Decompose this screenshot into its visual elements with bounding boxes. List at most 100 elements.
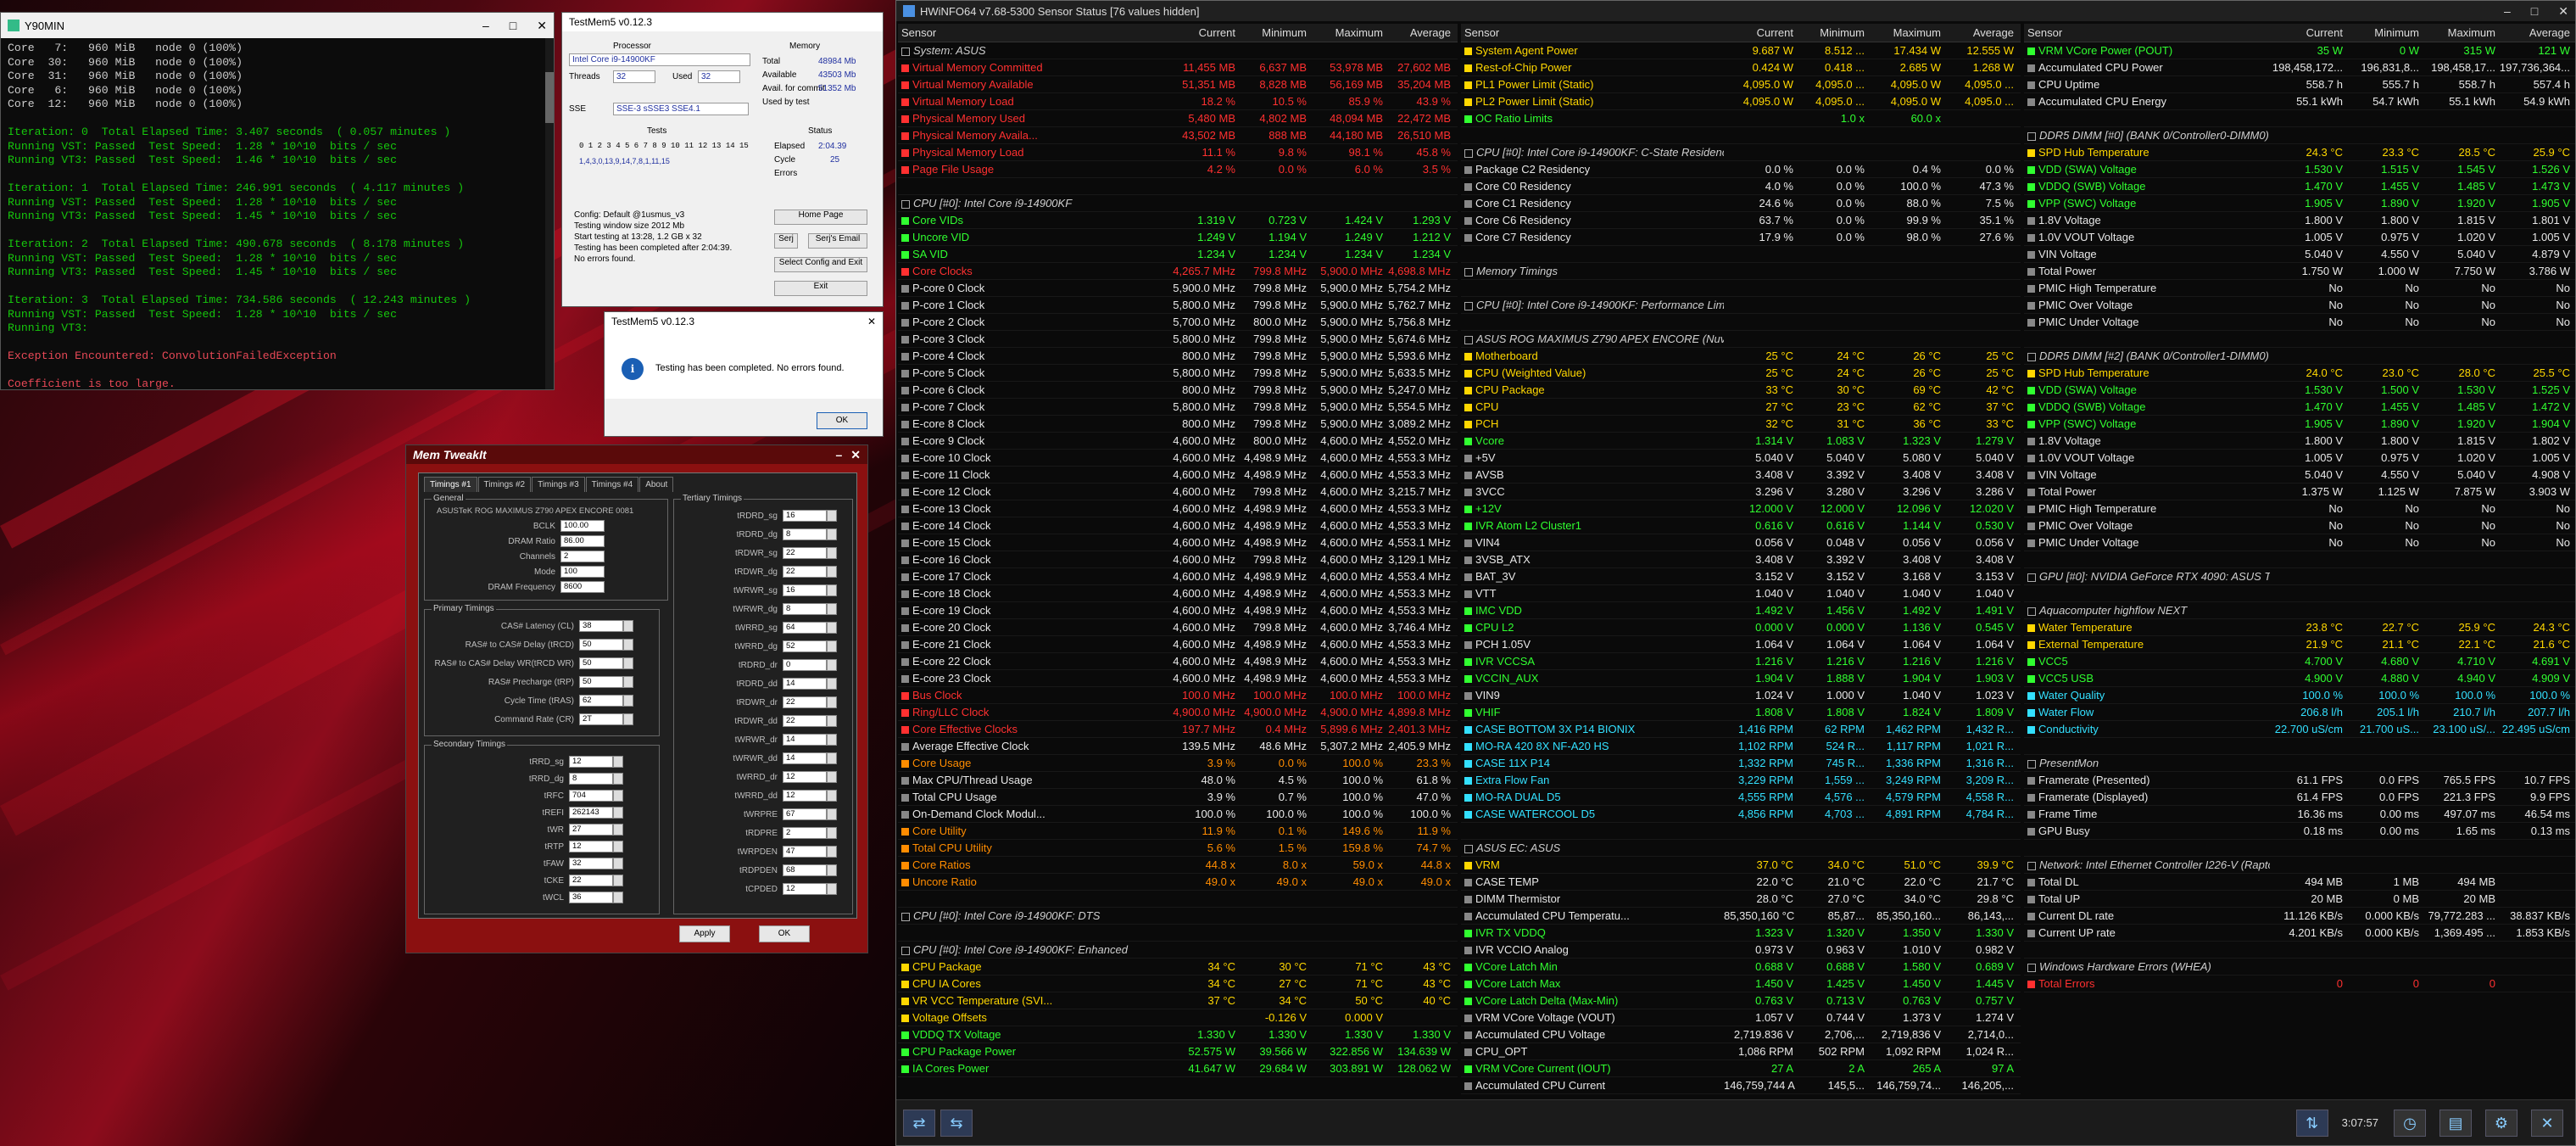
tertiary-input[interactable]: 64 bbox=[783, 622, 827, 634]
sensor-group-header[interactable]: GPU [#0]: NVIDIA GeForce RTX 4090: ASUS … bbox=[2024, 568, 2575, 585]
column-header[interactable]: Maximum bbox=[1310, 26, 1386, 39]
sensor-row[interactable]: Water Flow 206.8 l/h 205.1 l/h 210.7 l/h 207… bbox=[2024, 704, 2575, 721]
tertiary-input[interactable]: 14 bbox=[783, 678, 827, 690]
sensor-row[interactable]: Voltage Offsets -0.126 V 0.000 V bbox=[898, 1009, 1458, 1026]
sensor-row[interactable]: 3VSB_ATX 3.408 V 3.392 V 3.408 V 3.408 V bbox=[1461, 551, 2021, 568]
expand-toggle-icon[interactable] bbox=[1464, 335, 1473, 344]
testmem-titlebar[interactable]: TestMem5 v0.12.3 bbox=[562, 13, 883, 31]
network-icon[interactable]: ⇅ bbox=[2295, 1109, 2328, 1137]
sensor-row[interactable]: Motherboard 25 °C 24 °C 26 °C 25 °C bbox=[1461, 348, 2021, 365]
tertiary-input[interactable]: 14 bbox=[783, 734, 827, 746]
tertiary-input[interactable]: 12 bbox=[783, 771, 827, 783]
column-header[interactable]: Current bbox=[2270, 26, 2346, 39]
sensor-row[interactable]: CPU Uptime 558.7 h 555.7 h 558.7 h 557.4 h bbox=[2024, 76, 2575, 93]
expand-toggle-icon[interactable] bbox=[901, 912, 910, 921]
sensor-row[interactable]: Rest-of-Chip Power 0.424 W 0.418 ... 2.685 … bbox=[1461, 59, 2021, 76]
dropdown-arrow-icon[interactable] bbox=[613, 841, 623, 853]
dropdown-arrow-icon[interactable] bbox=[613, 807, 623, 819]
sensor-row[interactable]: VRM 37.0 °C 34.0 °C 51.0 °C 39.9 °C bbox=[1461, 857, 2021, 874]
dropdown-arrow-icon[interactable] bbox=[827, 547, 837, 559]
sensor-row[interactable]: Uncore VID 1.249 V 1.194 V 1.249 V 1.212 V bbox=[898, 229, 1458, 246]
sensor-row[interactable]: CASE TEMP 22.0 °C 21.0 °C 22.0 °C 21.7 °C bbox=[1461, 874, 2021, 891]
memtweakit-titlebar[interactable]: Mem TweakIt – ✕ bbox=[406, 445, 867, 464]
console-titlebar[interactable]: Y90MIN – □ ✕ bbox=[1, 13, 554, 38]
general-input[interactable]: 100 bbox=[560, 566, 605, 578]
sensor-row[interactable]: Core Utility 11.9 % 0.1 % 149.6 % 11.9 % bbox=[898, 823, 1458, 840]
sensor-row[interactable]: PMIC High Temperature No No No No bbox=[2024, 500, 2575, 517]
sensor-row[interactable]: OC Ratio Limits 1.0 x 60.0 x bbox=[1461, 110, 2021, 127]
sensor-row[interactable]: P-core 6 Clock 800.0 MHz 799.8 MHz 5,900.0 … bbox=[898, 382, 1458, 399]
serj-button[interactable]: Serj bbox=[774, 233, 798, 249]
sensor-row[interactable]: VPP (SWC) Voltage 1.905 V 1.890 V 1.920 V 1.… bbox=[2024, 195, 2575, 212]
sensor-row[interactable]: Total Power 1.375 W 1.125 W 7.875 W 3.903 W bbox=[2024, 484, 2575, 500]
sensor-row[interactable]: PMIC High Temperature No No No No bbox=[2024, 280, 2575, 297]
sensor-group-header[interactable]: CPU [#0]: Intel Core i9-14900KF: DTS bbox=[898, 908, 1458, 925]
dropdown-arrow-icon[interactable] bbox=[827, 734, 837, 746]
tertiary-input[interactable]: 16 bbox=[783, 584, 827, 596]
sensor-group-header[interactable]: CPU [#0]: Intel Core i9-14900KF bbox=[898, 195, 1458, 212]
dropdown-arrow-icon[interactable] bbox=[827, 584, 837, 596]
sensor-row[interactable]: Core Ratios 44.8 x 8.0 x 59.0 x 44.8 x bbox=[898, 857, 1458, 874]
maximize-icon[interactable]: □ bbox=[510, 19, 516, 33]
sensor-row[interactable]: PMIC Over Voltage No No No No bbox=[2024, 517, 2575, 534]
sensor-row[interactable]: E-core 19 Clock 4,600.0 MHz 4,498.9 MHz 4,6… bbox=[898, 602, 1458, 619]
memtweakit-window[interactable]: Mem TweakIt – ✕ Timings #1 Timings #2 Timi… bbox=[405, 444, 868, 953]
dropdown-arrow-icon[interactable] bbox=[827, 510, 837, 522]
sensor-row[interactable]: PMIC Under Voltage No No No No bbox=[2024, 534, 2575, 551]
sensor-row[interactable]: P-core 1 Clock 5,800.0 MHz 799.8 MHz 5,900.… bbox=[898, 297, 1458, 314]
sensor-row[interactable]: P-core 2 Clock 5,700.0 MHz 800.0 MHz 5,900.… bbox=[898, 314, 1458, 331]
tertiary-input[interactable]: 67 bbox=[783, 808, 827, 820]
sensor-row[interactable]: CPU (Weighted Value) 25 °C 24 °C 26 °C 25 °C bbox=[1461, 365, 2021, 382]
ok-button[interactable]: OK bbox=[759, 925, 810, 942]
dropdown-arrow-icon[interactable] bbox=[827, 771, 837, 783]
tertiary-input[interactable]: 47 bbox=[783, 846, 827, 858]
sensor-row[interactable]: Total DL 494 MB 1 MB 494 MB bbox=[2024, 874, 2575, 891]
tab-timings-3[interactable]: Timings #4 bbox=[585, 477, 639, 492]
sensor-group-header[interactable]: DDR5 DIMM [#2] (BANK 0/Controller1-DIMM0… bbox=[2024, 348, 2575, 365]
sensor-row[interactable]: VRM VCore Current (IOUT) 27 A2 A 265 A 97 A bbox=[1461, 1060, 2021, 1077]
secondary-input[interactable]: 262143 bbox=[569, 807, 613, 819]
sensor-row[interactable]: VIN9 1.024 V 1.000 V 1.040 V 1.023 V bbox=[1461, 687, 2021, 704]
sensor-row[interactable]: Physical Memory Load 11.1 % 9.8 % 98.1 % 45.… bbox=[898, 144, 1458, 161]
sensor-row[interactable]: Uncore Ratio 49.0 x 49.0 x 49.0 x 49.0 x bbox=[898, 874, 1458, 891]
sensor-row[interactable]: Core Usage 3.9 % 0.0 % 100.0 % 23.3 % bbox=[898, 755, 1458, 772]
column-header[interactable]: Average bbox=[1944, 26, 2017, 39]
sensor-row[interactable]: Total CPU Usage 3.9 % 0.7 % 100.0 % 47.0 % bbox=[898, 789, 1458, 806]
sensor-group-header[interactable]: PresentMon bbox=[2024, 755, 2575, 772]
sensor-row[interactable]: CPU 27 °C 23 °C 62 °C 37 °C bbox=[1461, 399, 2021, 416]
clock-icon[interactable]: ◷ bbox=[2394, 1109, 2426, 1137]
dropdown-arrow-icon[interactable] bbox=[613, 756, 623, 768]
dropdown-arrow-icon[interactable] bbox=[827, 790, 837, 802]
dropdown-arrow-icon[interactable] bbox=[827, 696, 837, 708]
sensor-row[interactable]: PCH 32 °C 31 °C 36 °C 33 °C bbox=[1461, 416, 2021, 433]
sensor-row[interactable]: E-core 13 Clock 4,600.0 MHz 4,498.9 MHz 4,6… bbox=[898, 500, 1458, 517]
sensor-row[interactable]: Conductivity 22.700 uS/cm 21.700 uS... 23.1… bbox=[2024, 721, 2575, 738]
dropdown-arrow-icon[interactable] bbox=[623, 676, 633, 688]
sensor-row[interactable]: VDD (SWA) Voltage 1.530 V 1.515 V 1.545 V 1.… bbox=[2024, 161, 2575, 178]
tertiary-input[interactable]: 8 bbox=[783, 603, 827, 615]
sensor-row[interactable]: P-core 7 Clock 5,800.0 MHz 799.8 MHz 5,900.… bbox=[898, 399, 1458, 416]
sensor-row[interactable]: Vcore 1.314 V 1.083 V 1.323 V 1.279 V bbox=[1461, 433, 2021, 450]
column-header[interactable]: Sensor bbox=[1461, 26, 1724, 39]
secondary-input[interactable]: 704 bbox=[569, 790, 613, 802]
sensor-group-header[interactable]: System: ASUS bbox=[898, 42, 1458, 59]
sensor-row[interactable]: E-core 11 Clock 4,600.0 MHz 4,498.9 MHz 4,6… bbox=[898, 467, 1458, 484]
secondary-input[interactable]: 22 bbox=[569, 875, 613, 886]
sensor-row[interactable]: Core C0 Residency 4.0 % 0.0 % 100.0 % 47.3 % bbox=[1461, 178, 2021, 195]
sensor-row[interactable]: E-core 17 Clock 4,600.0 MHz 4,498.9 MHz 4,6… bbox=[898, 568, 1458, 585]
sensor-row[interactable]: Virtual Memory Available 51,351 MB 8,828 M… bbox=[898, 76, 1458, 93]
close-icon[interactable]: ✕ bbox=[867, 316, 876, 327]
sensor-group-header[interactable]: CPU [#0]: Intel Core i9-14900KF: Perform… bbox=[1461, 297, 2021, 314]
sensor-row[interactable]: VCore Latch Min 0.688 V 0.688 V 1.580 V 0.68… bbox=[1461, 959, 2021, 975]
sensor-row[interactable]: Virtual Memory Committed 11,455 MB 6,637 M… bbox=[898, 59, 1458, 76]
sensor-row[interactable]: Core C1 Residency 24.6 % 0.0 % 88.0 % 7.5 % bbox=[1461, 195, 2021, 212]
sensor-row[interactable]: P-core 0 Clock 5,900.0 MHz 799.8 MHz 5,900.… bbox=[898, 280, 1458, 297]
sensor-row[interactable]: +5V 5.040 V 5.040 V 5.080 V 5.040 V bbox=[1461, 450, 2021, 467]
sensor-row[interactable]: Physical Memory Used 5,480 MB 4,802 MB 48,0… bbox=[898, 110, 1458, 127]
sensor-row[interactable]: E-core 16 Clock 4,600.0 MHz 799.8 MHz 4,600… bbox=[898, 551, 1458, 568]
sensor-row[interactable]: VPP (SWC) Voltage 1.905 V 1.890 V 1.920 V 1.… bbox=[2024, 416, 2575, 433]
dropdown-arrow-icon[interactable] bbox=[623, 620, 633, 632]
close-icon[interactable]: ✕ bbox=[2558, 4, 2568, 19]
column-header[interactable]: Average bbox=[2499, 26, 2573, 39]
minimize-icon[interactable]: – bbox=[835, 448, 842, 462]
